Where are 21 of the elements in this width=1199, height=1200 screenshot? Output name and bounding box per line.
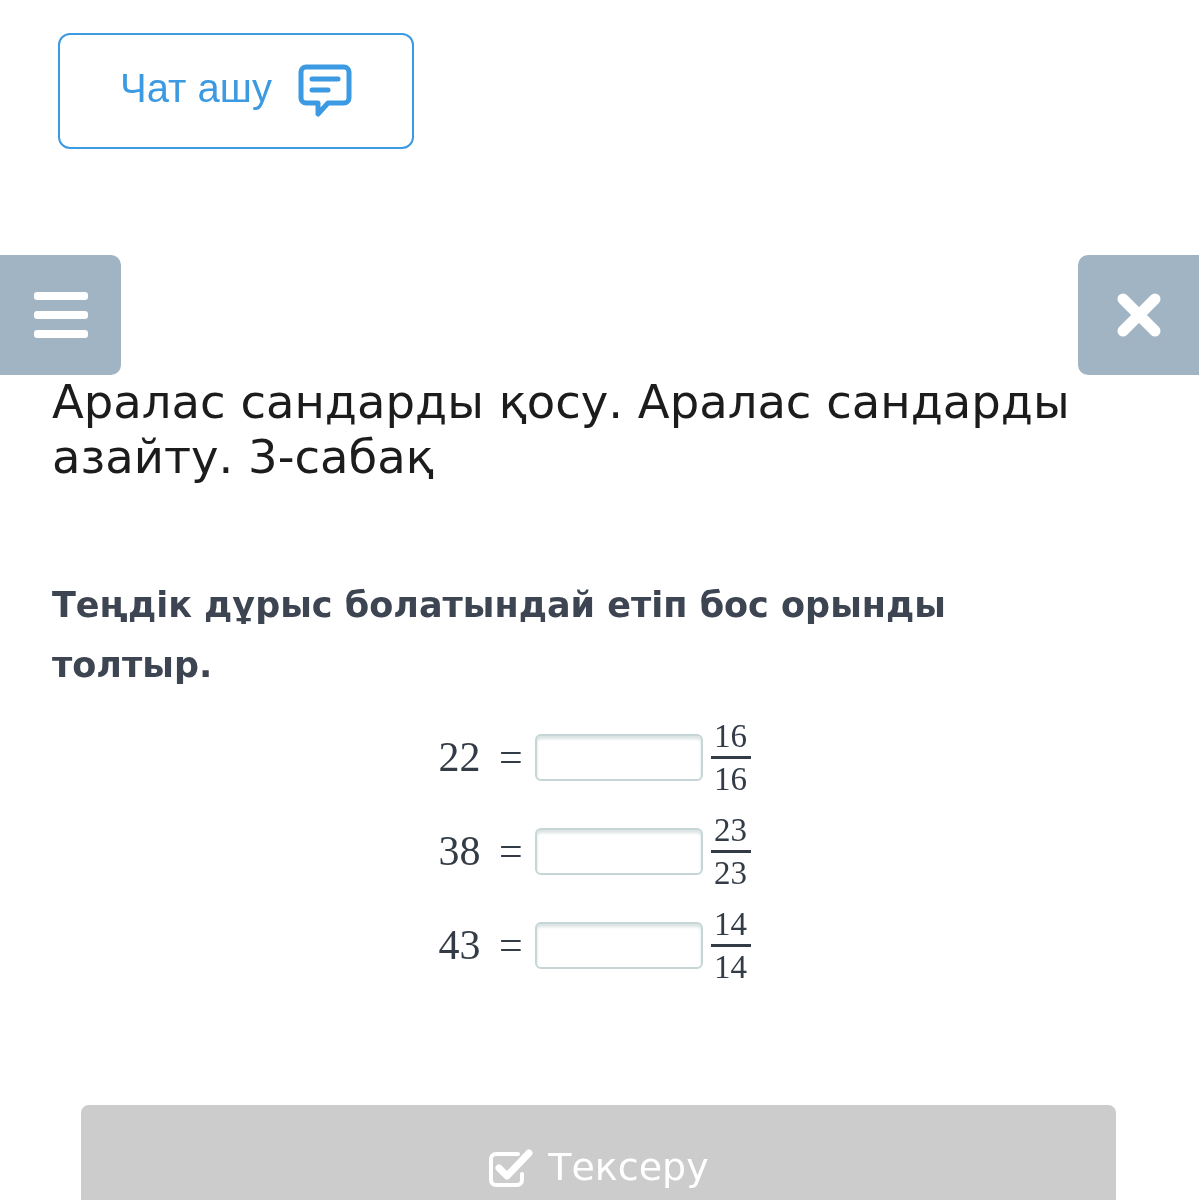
fraction-denominator: 14 — [713, 948, 749, 985]
close-icon — [1116, 293, 1161, 337]
equation-left-side: 22 = — [438, 733, 523, 781]
chat-button[interactable]: Чат ашу — [58, 33, 414, 149]
equation-left-side: 43 = — [438, 921, 523, 969]
equation-left-side: 38 = — [438, 827, 523, 875]
menu-button[interactable] — [0, 255, 121, 375]
checkbox-icon — [488, 1148, 535, 1188]
close-button[interactable] — [1078, 255, 1199, 375]
task-instruction: Теңдік дұрыс болатындай етіп бос орынды толтыр. — [51, 584, 947, 687]
fraction-denominator: 16 — [713, 760, 749, 797]
fraction-numerator: 14 — [713, 905, 749, 942]
lesson-title: Аралас сандарды қосу. Аралас сандарды азайту. 3-сабақ — [51, 375, 1071, 485]
answer-field[interactable] — [534, 733, 703, 781]
fraction-numerator: 16 — [713, 717, 749, 754]
answer-field[interactable] — [534, 827, 703, 875]
menu-icon — [33, 292, 88, 338]
chat-icon — [297, 64, 352, 118]
answer-field[interactable] — [534, 921, 703, 969]
fraction-numerator: 23 — [713, 811, 749, 848]
fraction-denominator: 23 — [713, 854, 749, 891]
